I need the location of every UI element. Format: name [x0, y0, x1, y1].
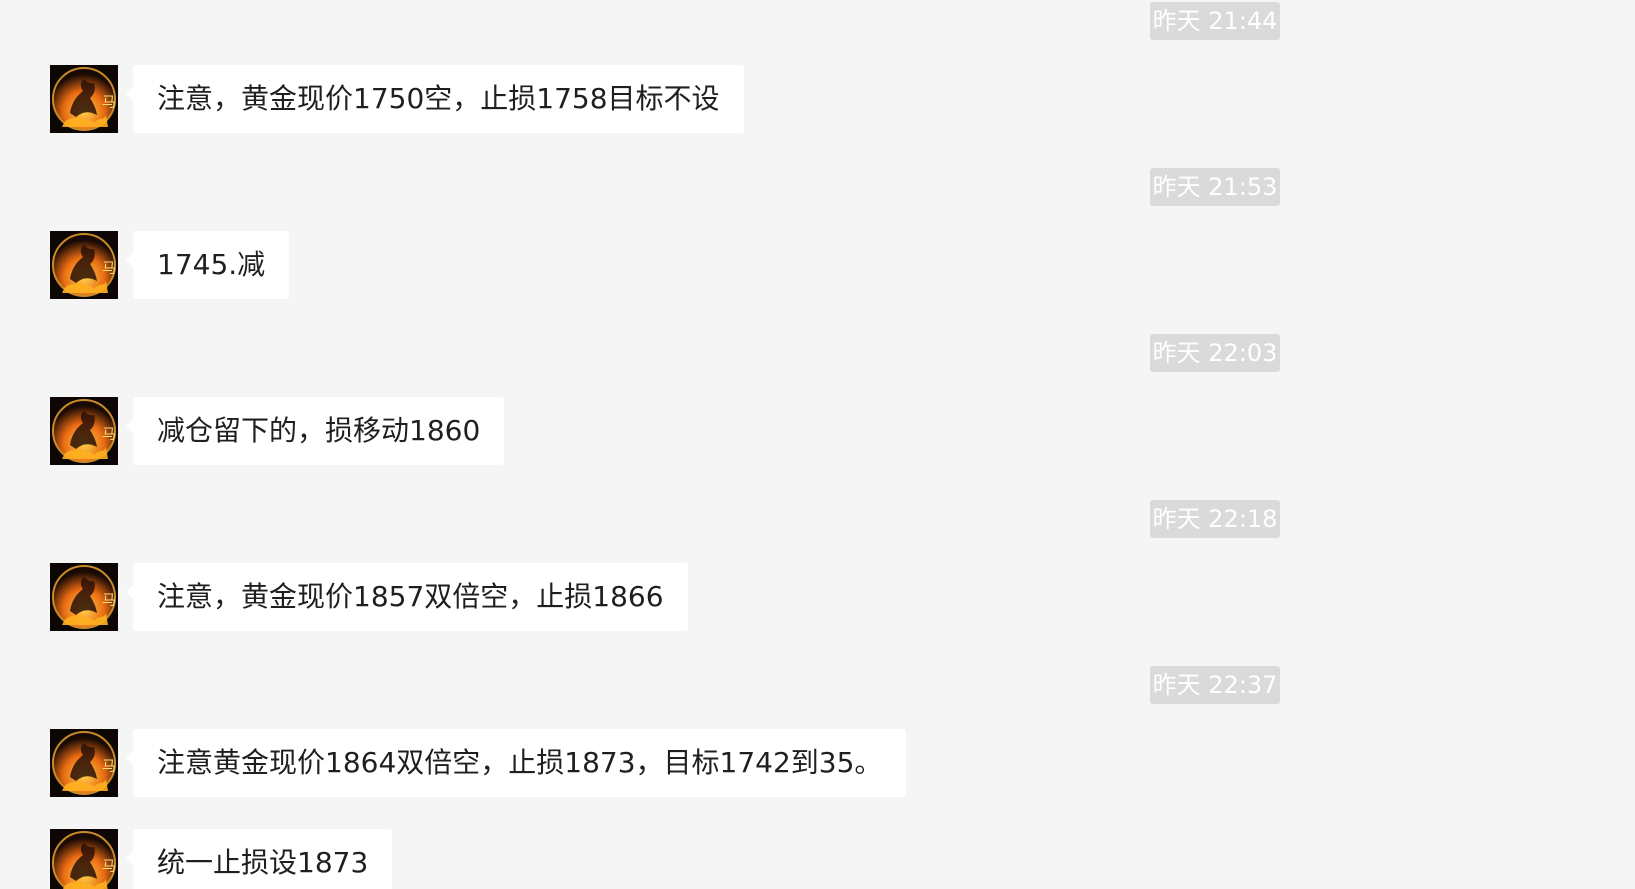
svg-text:马: 马 [102, 427, 116, 443]
horse-flame-avatar-icon[interactable]: 马 [50, 231, 118, 299]
svg-text:马: 马 [102, 759, 116, 775]
horse-flame-avatar-icon[interactable]: 马 [50, 397, 118, 465]
message-timestamp: 昨天 22:18 [1150, 500, 1280, 538]
message-bubble[interactable]: 统一止损设1873 [125, 829, 393, 889]
message-bubble[interactable]: 注意，黄金现价1750空，止损1758目标不设 [126, 65, 744, 133]
svg-text:马: 马 [102, 95, 116, 111]
chat-message-list[interactable]: 昨天 21:44 马 注意，黄金现价1750空，止损1758目标不设 昨天 21… [0, 0, 1635, 889]
message-bubble[interactable]: 1745.减 [125, 231, 290, 299]
message-timestamp: 昨天 22:37 [1150, 666, 1280, 704]
horse-flame-avatar-icon[interactable]: 马 [50, 65, 118, 133]
horse-flame-avatar-icon[interactable]: 马 [50, 563, 118, 631]
svg-text:马: 马 [102, 859, 116, 875]
message-bubble[interactable]: 减仓留下的，损移动1860 [125, 397, 505, 465]
message-timestamp: 昨天 21:44 [1150, 2, 1280, 40]
horse-flame-avatar-icon[interactable]: 马 [50, 829, 118, 889]
svg-text:马: 马 [102, 261, 116, 277]
message-timestamp: 昨天 22:03 [1150, 334, 1280, 372]
horse-flame-avatar-icon[interactable]: 马 [50, 729, 118, 797]
message-timestamp: 昨天 21:53 [1150, 168, 1280, 206]
svg-text:马: 马 [102, 593, 116, 609]
message-bubble[interactable]: 注意，黄金现价1857双倍空，止损1866 [126, 563, 688, 631]
message-bubble[interactable]: 注意黄金现价1864双倍空，止损1873，目标1742到35。 [125, 729, 907, 797]
